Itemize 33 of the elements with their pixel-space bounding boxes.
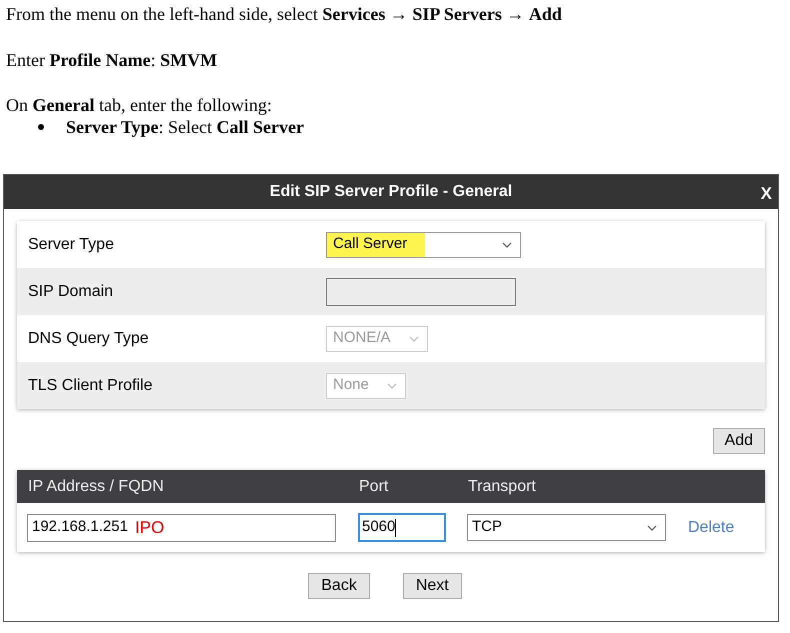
transport-dropdown[interactable]: TCP — [467, 514, 666, 541]
instruction-text: Enter Profile Name: SMVM — [6, 49, 218, 71]
chevron-down-icon — [647, 524, 657, 530]
field-label: SIP Domain — [27, 282, 114, 302]
instruction-text: From the menu on the left-hand side, select Services → SIP Servers → Add — [6, 3, 563, 25]
instruction-text: On General tab, enter the following: — [6, 94, 273, 116]
chevron-down-icon — [408, 336, 419, 342]
bullet-icon — [38, 124, 44, 130]
dialog-title: Edit SIP Server Profile - General — [270, 182, 512, 202]
highlighted-value: Call Server — [327, 232, 426, 256]
port-field[interactable]: 5060 — [358, 513, 446, 542]
dropdown[interactable]: Call Server — [326, 232, 521, 258]
field-label: Server Type — [27, 234, 115, 254]
close-button[interactable]: X — [760, 181, 772, 206]
chevron-down-icon — [386, 382, 397, 388]
port-value: 5060 — [362, 517, 396, 538]
chevron-down-icon — [502, 242, 512, 248]
nav-button[interactable]: Next — [402, 573, 462, 599]
annotation-text: IPO — [134, 516, 164, 539]
text-field[interactable] — [326, 278, 516, 306]
field-label: DNS Query Type — [27, 328, 150, 348]
field-label: TLS Client Profile — [27, 376, 154, 396]
column-header: Port — [359, 476, 390, 496]
column-header: IP Address / FQDN — [27, 476, 165, 496]
bullet-text: Server Type: Select Call Server — [66, 116, 304, 139]
column-header: Transport — [468, 476, 536, 496]
add-button[interactable]: Add — [712, 428, 765, 454]
address-value: 192.168.1.251 — [32, 517, 128, 538]
delete-link[interactable]: Delete — [688, 516, 734, 540]
nav-button[interactable]: Back — [308, 573, 370, 599]
text-cursor-icon — [395, 518, 396, 536]
address-field[interactable]: 192.168.1.251 IPO — [27, 514, 336, 542]
transport-value: TCP — [472, 517, 502, 538]
